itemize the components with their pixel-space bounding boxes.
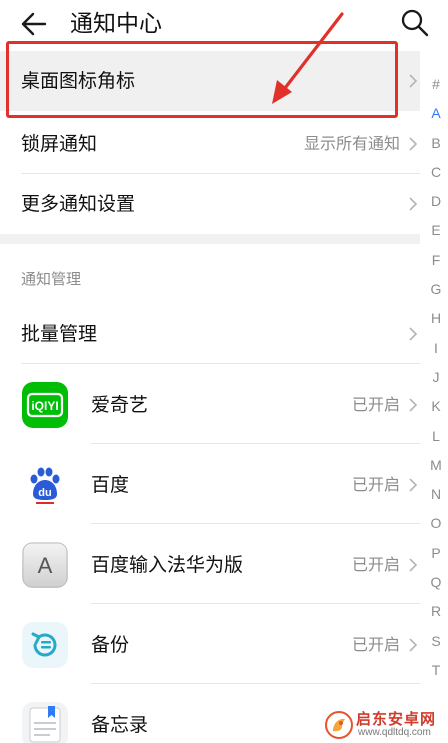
- alphabet-index-letter[interactable]: H: [424, 304, 448, 333]
- chevron-right-icon: [409, 638, 418, 652]
- alphabet-index-letter[interactable]: G: [424, 275, 448, 304]
- svg-text:iQIYI: iQIYI: [31, 399, 58, 413]
- baidu-icon: du: [22, 462, 68, 508]
- lock-screen-label: 锁屏通知: [21, 133, 98, 155]
- alphabet-index-letter[interactable]: I: [424, 334, 448, 363]
- back-arrow-icon[interactable]: [18, 8, 52, 40]
- more-settings-label: 更多通知设置: [21, 193, 136, 215]
- app-row-backup[interactable]: 备份 已开启: [0, 604, 420, 684]
- app-name: 百度: [91, 474, 130, 496]
- watermark-text: 启东安卓网: [356, 710, 437, 728]
- alphabet-index-letter[interactable]: Q: [424, 568, 448, 597]
- alphabet-index-letter[interactable]: R: [424, 597, 448, 626]
- app-status: 已开启: [351, 395, 400, 414]
- alphabet-index-letter[interactable]: M: [424, 451, 448, 480]
- notepad-icon: [22, 702, 68, 743]
- chevron-right-icon: [409, 478, 418, 492]
- watermark-logo-icon: [325, 711, 353, 739]
- app-status: 已开启: [351, 475, 400, 494]
- watermark: 启东安卓网 www.qdltdq.com: [320, 706, 448, 743]
- batch-label: 批量管理: [21, 323, 98, 345]
- settings-row-lock-screen[interactable]: 锁屏通知 显示所有通知: [0, 114, 420, 174]
- app-name: 爱奇艺: [91, 394, 149, 416]
- app-name: 备忘录: [91, 714, 149, 736]
- alphabet-index-letter[interactable]: A: [424, 99, 448, 128]
- svg-text:du: du: [38, 487, 51, 499]
- app-name: 备份: [91, 634, 130, 656]
- chevron-right-icon: [409, 398, 418, 412]
- backup-icon: [22, 622, 68, 668]
- alphabet-index-letter[interactable]: L: [424, 422, 448, 451]
- alphabet-index-letter[interactable]: N: [424, 480, 448, 509]
- section-title: 通知管理: [21, 270, 82, 288]
- chevron-right-icon: [409, 327, 418, 341]
- search-icon[interactable]: [398, 6, 432, 40]
- iqiyi-icon: iQIYI: [22, 382, 68, 428]
- chevron-right-icon: [409, 558, 418, 572]
- alphabet-index-letter[interactable]: D: [424, 187, 448, 216]
- chevron-right-icon: [409, 137, 418, 151]
- page-title: 通知中心: [70, 11, 162, 37]
- annotation-highlight-box: [6, 41, 398, 118]
- baidu-input-icon: A: [22, 542, 68, 588]
- watermark-url: www.qdltdq.com: [358, 727, 431, 738]
- settings-row-more[interactable]: 更多通知设置: [0, 174, 420, 234]
- alphabet-index-letter[interactable]: S: [424, 627, 448, 656]
- app-status: 已开启: [351, 555, 400, 574]
- app-name: 百度输入法华为版: [91, 554, 244, 576]
- settings-row-batch[interactable]: 批量管理: [0, 304, 420, 364]
- lock-screen-value: 显示所有通知: [303, 134, 400, 153]
- section-gap: [0, 234, 420, 244]
- alphabet-index-letter[interactable]: T: [424, 656, 448, 685]
- alphabet-index-letter[interactable]: O: [424, 509, 448, 538]
- app-row-iqiyi[interactable]: iQIYI 爱奇艺 已开启: [0, 364, 420, 444]
- alphabet-index-letter[interactable]: B: [424, 129, 448, 158]
- app-row-baidu[interactable]: du 百度 已开启: [0, 444, 420, 524]
- alphabet-index-letter[interactable]: F: [424, 246, 448, 275]
- app-row-baidu-input[interactable]: A 百度输入法华为版 已开启: [0, 524, 420, 604]
- alphabet-index-letter[interactable]: E: [424, 216, 448, 245]
- alphabet-index-letter[interactable]: #: [424, 70, 448, 99]
- alphabet-index-letter[interactable]: K: [424, 392, 448, 421]
- chevron-right-icon: [409, 74, 418, 88]
- alphabet-index-letter[interactable]: P: [424, 539, 448, 568]
- alphabet-index-letter[interactable]: J: [424, 363, 448, 392]
- app-status: 已开启: [351, 635, 400, 654]
- alphabet-index-letter[interactable]: C: [424, 158, 448, 187]
- chevron-right-icon: [409, 197, 418, 211]
- alphabet-index[interactable]: # A B C D E F G H I J K L M N O P Q R S T: [424, 70, 448, 685]
- svg-text:A: A: [38, 553, 53, 578]
